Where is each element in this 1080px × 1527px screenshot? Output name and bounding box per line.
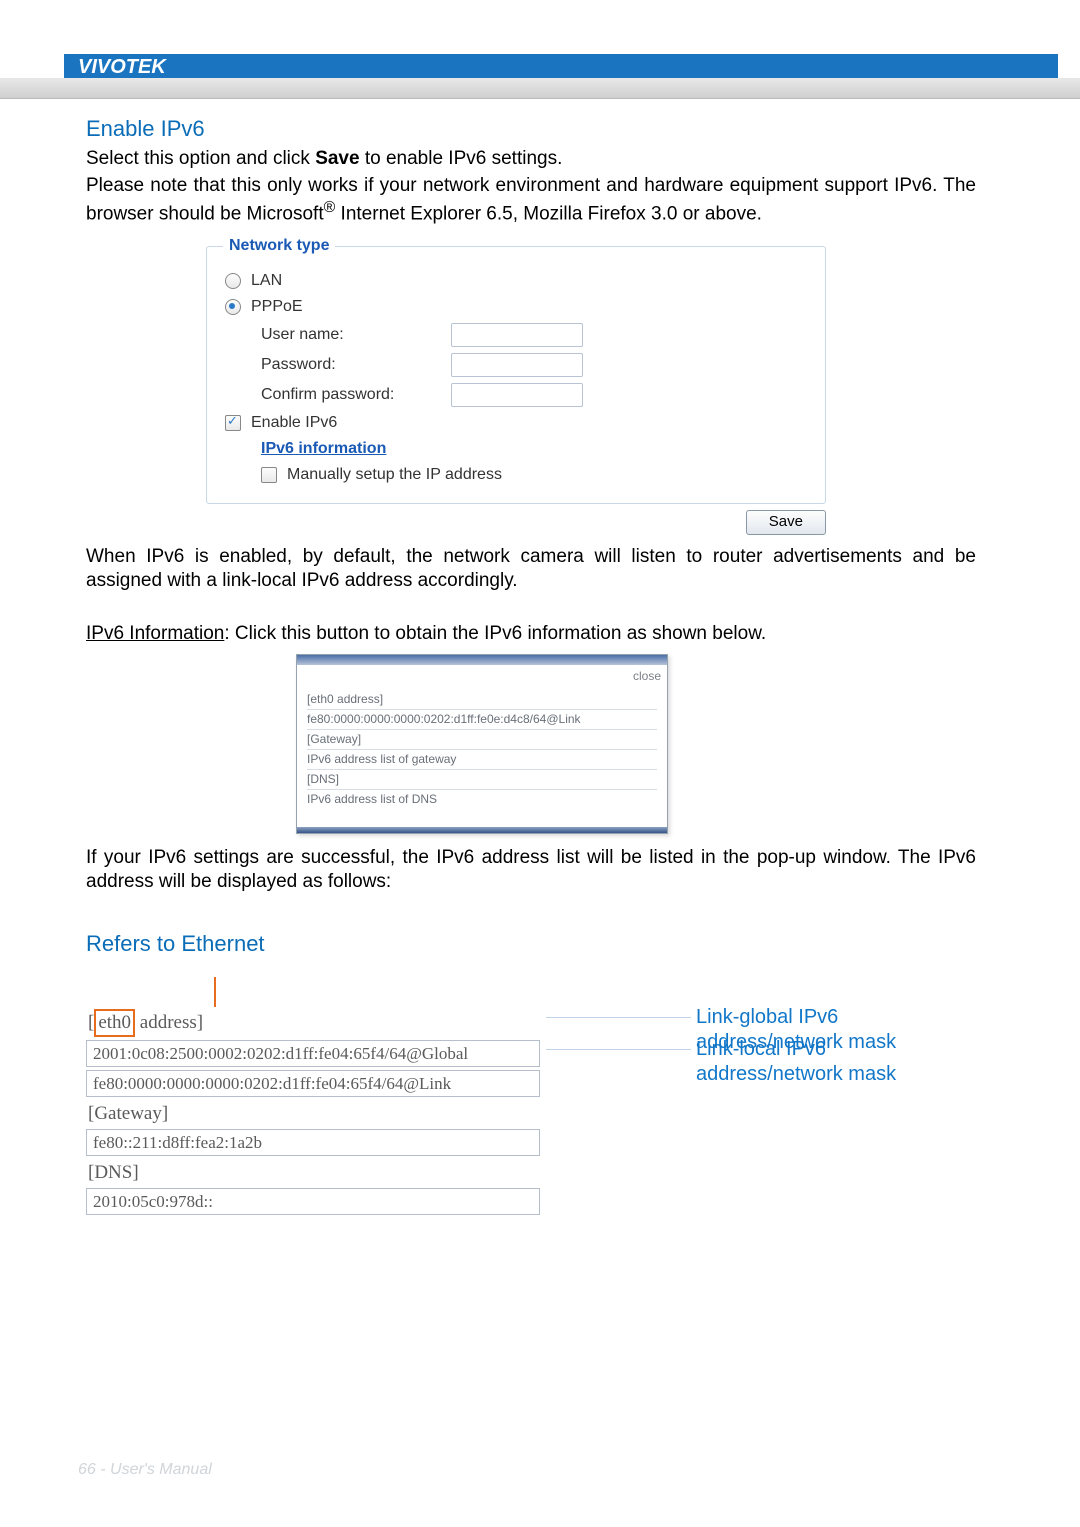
username-label: User name: <box>261 325 451 345</box>
callout-local: Link-local IPv6 address/network mask <box>696 1037 976 1087</box>
section-title: Enable IPv6 <box>86 115 976 143</box>
popup-dns-list: IPv6 address list of DNS <box>307 790 657 809</box>
panel-legend: Network type <box>223 236 335 256</box>
enable-ipv6-checkbox[interactable] <box>225 415 241 431</box>
intro-line-1: Select this option and click Save to ena… <box>86 147 976 171</box>
eth0-link-address: fe80:0000:0000:0000:0202:d1ff:fe04:65f4/… <box>86 1070 540 1097</box>
ipv6-information-link[interactable]: IPv6 information <box>261 439 386 459</box>
eth0-global-address: 2001:0c08:2500:0002:0202:d1ff:fe04:65f4/… <box>86 1040 540 1067</box>
gateway-header: [Gateway] <box>86 1100 976 1126</box>
ipv6-default-note: When IPv6 is enabled, by default, the ne… <box>86 545 976 593</box>
username-input[interactable] <box>451 323 583 347</box>
popup-eth0-header: [eth0 address] <box>307 690 657 710</box>
confirm-password-label: Confirm password: <box>261 385 451 405</box>
radio-pppoe[interactable] <box>225 299 241 315</box>
header-divider <box>0 78 1080 99</box>
ipv6-info-instruction: IPv6 Information: Click this button to o… <box>86 622 976 646</box>
popup-gateway-header: [Gateway] <box>307 730 657 750</box>
intro-line-2: Please note that this only works if your… <box>86 174 976 226</box>
brand-label: VIVOTEK <box>64 54 1058 81</box>
manual-ip-checkbox[interactable] <box>261 467 277 483</box>
manual-ip-label: Manually setup the IP address <box>287 465 502 485</box>
dns-header: [DNS] <box>86 1159 976 1185</box>
password-label: Password: <box>261 355 451 375</box>
refers-to-ethernet-heading: Refers to Ethernet <box>86 930 976 958</box>
dns-address: 2010:05c0:978d:: <box>86 1188 540 1215</box>
popup-gateway-list: IPv6 address list of gateway <box>307 750 657 770</box>
ipv6-info-popup: close [eth0 address] fe80:0000:0000:0000… <box>296 654 668 834</box>
red-pointer-line <box>214 977 216 1007</box>
ipv6-success-note: If your IPv6 settings are successful, th… <box>86 846 976 894</box>
radio-lan-label: LAN <box>251 271 282 291</box>
popup-eth0-addr: fe80:0000:0000:0000:0202:d1ff:fe0e:d4c8/… <box>307 710 657 730</box>
radio-lan[interactable] <box>225 273 241 289</box>
gateway-address: fe80::211:d8ff:fea2:1a2b <box>86 1129 540 1156</box>
callout-connector-1 <box>546 1017 691 1018</box>
callout-connector-2 <box>546 1049 691 1050</box>
ethernet-address-diagram: [eth0 address] 2001:0c08:2500:0002:0202:… <box>86 977 976 1215</box>
confirm-password-input[interactable] <box>451 383 583 407</box>
popup-close-link[interactable]: close <box>297 665 667 684</box>
page-footer: 66 - User's Manual <box>78 1461 212 1479</box>
enable-ipv6-label: Enable IPv6 <box>251 413 337 433</box>
network-type-panel: Network type LAN PPPoE User name: Passwo… <box>206 246 826 504</box>
radio-pppoe-label: PPPoE <box>251 297 303 317</box>
save-button[interactable]: Save <box>746 510 826 535</box>
password-input[interactable] <box>451 353 583 377</box>
popup-dns-header: [DNS] <box>307 770 657 790</box>
